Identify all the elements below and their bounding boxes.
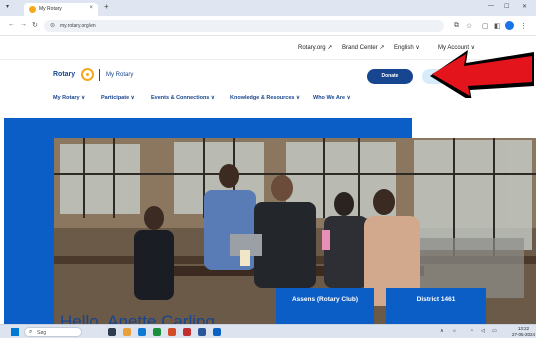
club-card[interactable]: Assens (Rotary Club) [276, 288, 374, 328]
windows-start-icon[interactable] [11, 328, 19, 336]
url-text: my.rotary.org/en [60, 23, 96, 29]
wifi-icon[interactable]: ◔ [470, 328, 473, 334]
edge-icon[interactable] [138, 328, 146, 336]
weather-icon[interactable]: ☼ [452, 328, 457, 334]
district-card-label: District 1461 [416, 296, 456, 303]
taskbar-search[interactable]: ⌕ Søg [24, 327, 82, 337]
close-window-icon[interactable]: ✕ [522, 3, 527, 10]
extensions-icon[interactable]: ▢ [482, 22, 489, 30]
excel-icon[interactable] [153, 328, 161, 336]
nav-who-we-are[interactable]: Who We Are ∨ [313, 95, 351, 101]
browser-tabstrip: ▾ My Rotary × + — ☐ ✕ [0, 0, 536, 16]
tray-chevron-icon[interactable]: ∧ [440, 328, 444, 334]
address-bar[interactable]: ⊜ my.rotary.org/en [44, 20, 444, 32]
side-panel-icon[interactable]: ◧ [494, 22, 501, 30]
logo-divider [99, 69, 100, 81]
rotary-org-link[interactable]: Rotary.org ↗ [298, 44, 332, 51]
app-icon[interactable] [183, 328, 191, 336]
windows-taskbar: ⌕ Søg ∧ ☼ ◔ ◁ ▭ 13:22 27-05-2024 [0, 324, 536, 338]
clock-date: 27-05-2024 [512, 331, 536, 337]
nav-knowledge-resources[interactable]: Knowledge & Resources ∨ [230, 95, 300, 101]
nav-events-connections[interactable]: Events & Connections ∨ [151, 95, 215, 101]
rotary-logo-text[interactable]: Rotary [53, 71, 75, 78]
tab-close-icon[interactable]: × [89, 5, 93, 11]
nav-participate[interactable]: Participate ∨ [101, 95, 135, 101]
volume-icon[interactable]: ◁ [481, 328, 485, 334]
maximize-icon[interactable]: ☐ [504, 3, 509, 10]
tab-title: My Rotary [39, 6, 62, 12]
brand-center-link[interactable]: Brand Center ↗ [342, 44, 384, 51]
reload-icon[interactable]: ↻ [32, 21, 38, 29]
donate-button[interactable]: Donate [367, 69, 413, 84]
browser-toolbar: ← → ↻ ⊜ my.rotary.org/en ⧉ ☆ ▢ ◧ ⋮ [0, 16, 536, 36]
taskbar-search-placeholder: Søg [37, 330, 47, 336]
nav-my-rotary[interactable]: My Rotary ∨ [53, 95, 85, 101]
taskbar-search-icon: ⌕ [29, 329, 33, 335]
forward-icon[interactable]: → [20, 21, 27, 28]
screenshot: ▾ My Rotary × + — ☐ ✕ ← → ↻ ⊜ my.rotary.… [0, 0, 536, 338]
browser-tab[interactable]: My Rotary × [24, 3, 98, 16]
back-icon[interactable]: ← [8, 21, 15, 28]
my-rotary-label[interactable]: My Rotary [106, 72, 133, 78]
new-tab-button[interactable]: + [104, 2, 109, 11]
rotary-favicon-icon [29, 6, 36, 13]
site-info-icon[interactable]: ⊜ [50, 22, 55, 29]
outlook-icon[interactable] [213, 328, 221, 336]
red-annotation-arrow-icon [430, 50, 534, 98]
browser-menu-icon[interactable]: ⋮ [520, 22, 527, 30]
battery-icon[interactable]: ▭ [492, 328, 497, 334]
taskbar-clock[interactable]: 13:22 27-05-2024 [512, 326, 535, 337]
bookmark-star-icon[interactable]: ☆ [466, 22, 472, 30]
minimize-icon[interactable]: — [488, 3, 494, 9]
rotary-wheel-icon[interactable] [81, 68, 94, 81]
district-card[interactable]: District 1461 [386, 288, 486, 328]
powerpoint-icon[interactable] [168, 328, 176, 336]
task-view-icon[interactable] [108, 328, 116, 336]
club-card-label: Assens (Rotary Club) [291, 296, 359, 303]
chrome-icon[interactable] [123, 328, 131, 336]
word-icon[interactable] [198, 328, 206, 336]
profile-avatar-icon[interactable] [505, 21, 514, 30]
language-menu[interactable]: English ∨ [394, 44, 420, 51]
install-app-icon[interactable]: ⧉ [454, 22, 459, 30]
tab-list-icon[interactable]: ▾ [6, 3, 9, 10]
